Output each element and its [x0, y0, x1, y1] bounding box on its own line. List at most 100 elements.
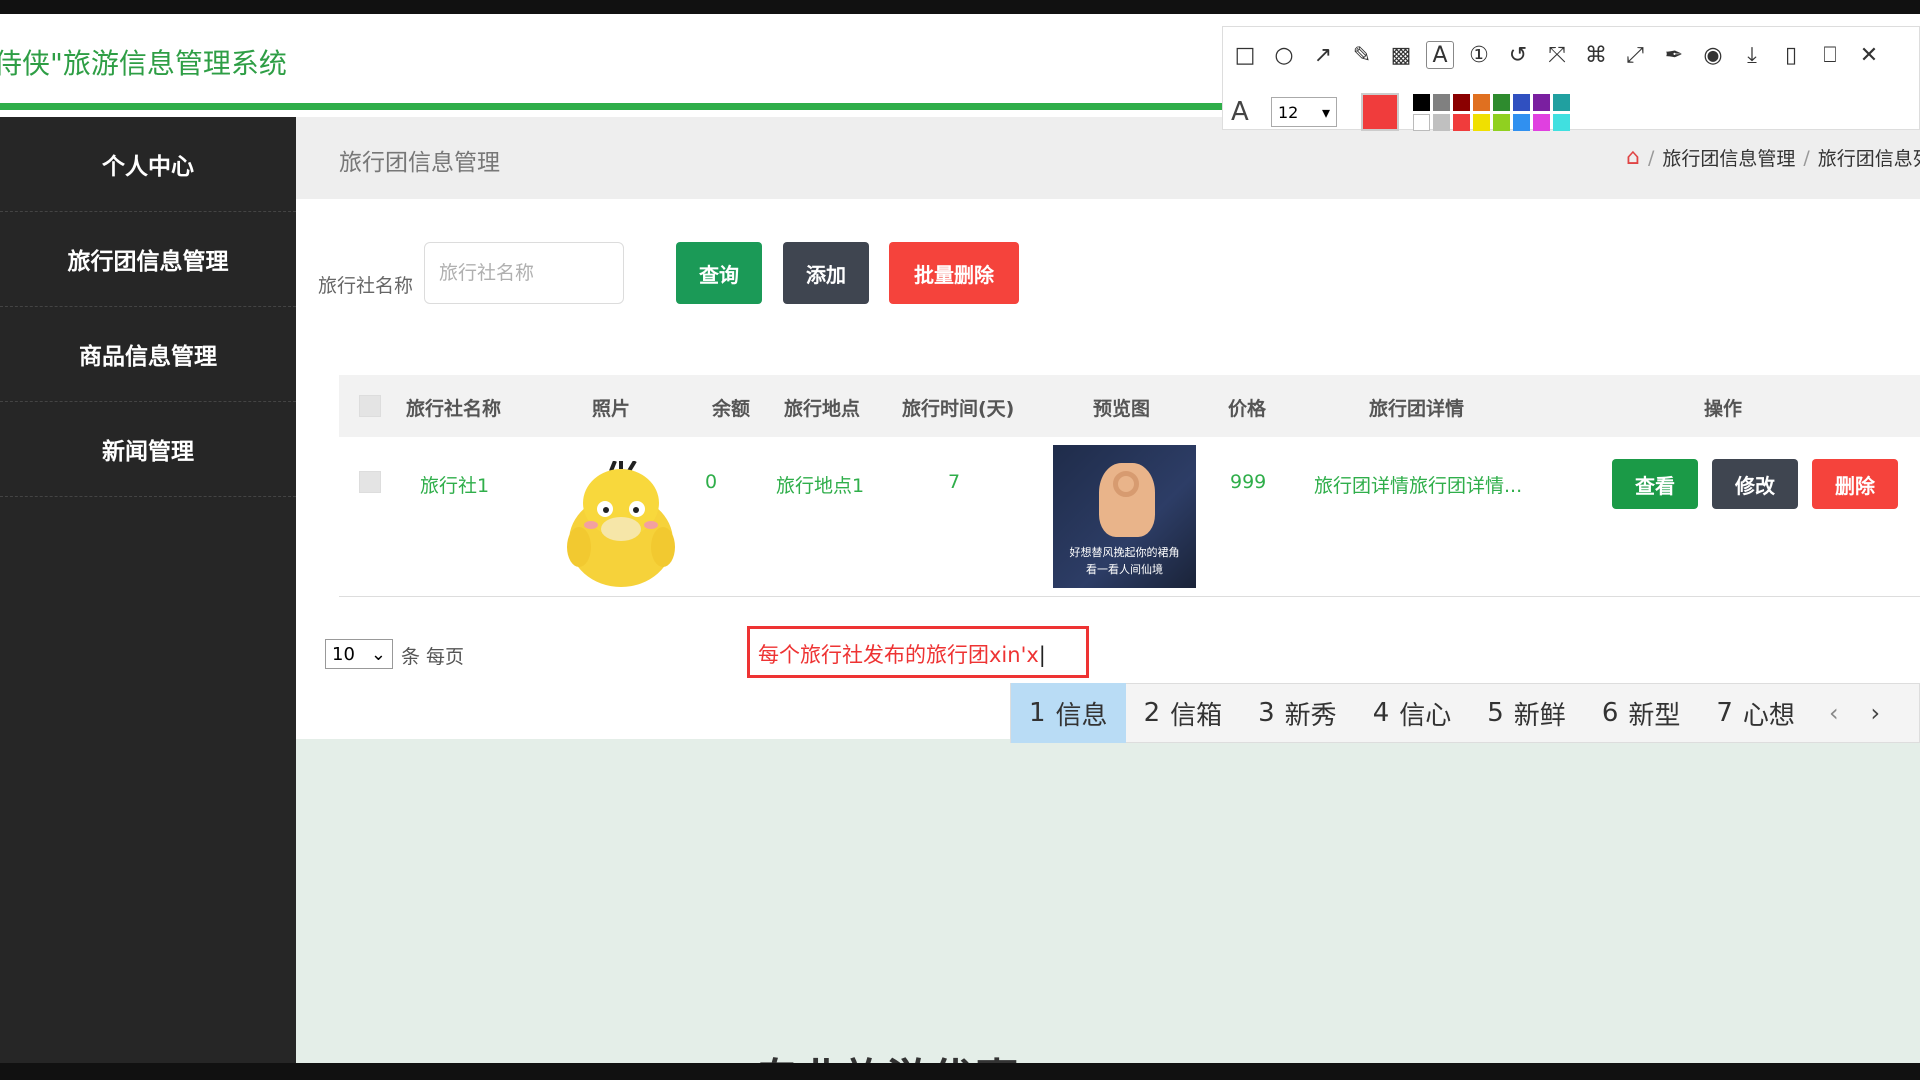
- ime-candidate-index: 2: [1143, 698, 1161, 728]
- color-swatch[interactable]: [1513, 113, 1530, 131]
- column-header: 预览图: [1093, 398, 1151, 420]
- ime-candidate[interactable]: 1 信息: [1011, 683, 1126, 743]
- sidebar-item-news[interactable]: 新闻管理: [0, 402, 296, 497]
- translate-icon[interactable]: ⌘: [1582, 41, 1610, 69]
- ime-candidate[interactable]: 3 新秀: [1240, 683, 1355, 743]
- color-swatch[interactable]: [1453, 113, 1470, 131]
- annotation-tools: □ ○ ↗ ✎ ▩ A ① ↺ ⤧ ⌘ ⤢ ✒ ◉ ⤓ ▯ ⎕ ✕: [1231, 41, 1883, 69]
- ime-candidate[interactable]: 6 新型: [1584, 683, 1699, 743]
- ime-candidate-index: 5: [1487, 698, 1504, 728]
- preview-caption-line: 看一看人间仙境: [1086, 563, 1163, 576]
- color-swatch[interactable]: [1473, 93, 1490, 111]
- sidebar: 个人中心 旅行团信息管理 商品信息管理 新闻管理: [0, 117, 296, 1063]
- current-color-swatch[interactable]: [1361, 93, 1399, 131]
- color-swatch[interactable]: [1513, 93, 1530, 111]
- download-icon[interactable]: ⤓: [1738, 41, 1766, 69]
- column-header: 照片: [592, 398, 631, 420]
- color-swatch[interactable]: [1433, 93, 1450, 111]
- batch-delete-button[interactable]: 批量删除: [889, 242, 1019, 304]
- close-icon[interactable]: ✕: [1855, 41, 1883, 69]
- add-button[interactable]: 添加: [783, 242, 869, 304]
- sidebar-item-label: 新闻管理: [102, 439, 194, 465]
- column-header: 旅行地点: [784, 398, 861, 420]
- page-size-select[interactable]: 10 ⌄: [325, 639, 393, 669]
- query-button[interactable]: 查询: [676, 242, 762, 304]
- ime-candidate[interactable]: 5 新鲜: [1469, 683, 1584, 743]
- color-swatch[interactable]: [1413, 93, 1430, 111]
- preview-caption-line: 好想替风挽起你的裙角: [1069, 546, 1180, 559]
- color-swatch[interactable]: [1533, 113, 1550, 131]
- color-swatch[interactable]: [1493, 113, 1510, 131]
- detail-cell: 旅行团详情旅行团详情...: [1314, 475, 1523, 497]
- breadcrumb-item[interactable]: 旅行团信息管理: [1662, 144, 1795, 171]
- app-window: 侍侠"旅游信息管理系统 □ ○ ↗ ✎ ▩ A ① ↺ ⤧ ⌘ ⤢ ✒ ◉ ⤓ ▯ ⎕ ✕ A 12 ▾ 个人中…: [0, 14, 1920, 1063]
- color-swatch[interactable]: [1553, 93, 1570, 111]
- color-swatch[interactable]: [1453, 93, 1470, 111]
- bookmark-icon[interactable]: ⎕: [1816, 41, 1844, 69]
- undo-icon[interactable]: ↺: [1504, 41, 1532, 69]
- text-cursor: |: [1038, 643, 1046, 667]
- edit-button[interactable]: 修改: [1712, 459, 1798, 509]
- photo-duck-image: [567, 461, 675, 587]
- color-swatch[interactable]: [1533, 93, 1550, 111]
- font-size-select[interactable]: 12 ▾: [1271, 97, 1337, 127]
- days-cell: 7: [948, 471, 961, 493]
- ime-prev-icon[interactable]: ‹: [1813, 699, 1855, 727]
- column-header: 价格: [1228, 398, 1267, 420]
- crop-icon[interactable]: ⤧: [1543, 41, 1571, 69]
- agency-name-cell[interactable]: 旅行社1: [420, 471, 489, 498]
- mosaic-tool-icon[interactable]: ▩: [1387, 41, 1415, 69]
- arrow-tool-icon[interactable]: ↗: [1309, 41, 1337, 69]
- breadcrumb: ⌂ / 旅行团信息管理 / 旅行团信息列: [1626, 144, 1920, 171]
- ime-next-icon[interactable]: ›: [1855, 699, 1897, 727]
- ime-candidate[interactable]: 2 信箱: [1126, 683, 1241, 743]
- column-header: 余额: [712, 398, 751, 420]
- save-icon[interactable]: ▯: [1777, 41, 1805, 69]
- preview-image: 好想替风挽起你的裙角 看一看人间仙境: [1053, 445, 1196, 588]
- color-swatch[interactable]: [1553, 113, 1570, 131]
- sidebar-item-label: 个人中心: [102, 154, 194, 180]
- screen-bottom-edge: [0, 1063, 1920, 1080]
- sidebar-item-personal-center[interactable]: 个人中心: [0, 117, 296, 212]
- home-icon[interactable]: ⌂: [1626, 145, 1640, 170]
- agency-name-search-input[interactable]: [424, 242, 624, 304]
- number-tool-icon[interactable]: ①: [1465, 41, 1493, 69]
- ime-candidate-text: 心想: [1742, 700, 1795, 731]
- chevron-down-icon: ⌄: [370, 643, 386, 665]
- annotation-text-box[interactable]: 每个旅行社发布的旅行团xin'x|: [747, 626, 1089, 678]
- row-checkbox[interactable]: [359, 471, 381, 493]
- color-swatch[interactable]: [1433, 113, 1450, 131]
- select-all-checkbox[interactable]: [359, 395, 381, 417]
- ime-candidate-bar: 1 信息 2 信箱 3 新秀 4 信心 5 新鲜 6 新型 7 心想 ‹ ›: [1010, 683, 1920, 743]
- record-icon[interactable]: ◉: [1699, 41, 1727, 69]
- column-header: 操作: [1704, 398, 1743, 420]
- app-title: 侍侠"旅游信息管理系统: [0, 47, 287, 80]
- page-title: 旅行团信息管理: [339, 150, 500, 176]
- location-cell: 旅行地点1: [776, 475, 865, 497]
- delete-button[interactable]: 删除: [1812, 459, 1898, 509]
- sidebar-item-tour-group[interactable]: 旅行团信息管理: [0, 212, 296, 307]
- view-button[interactable]: 查看: [1612, 459, 1698, 509]
- page-size-value: 10: [332, 643, 355, 665]
- ime-candidate[interactable]: 4 信心: [1355, 683, 1470, 743]
- ime-candidate-index: 4: [1372, 698, 1390, 728]
- text-tool-icon[interactable]: A: [1426, 41, 1454, 69]
- tour-group-table: 旅行社名称 照片 余额 旅行地点 旅行时间(天) 预览图 价格 旅行团详情 操作…: [339, 375, 1920, 597]
- color-swatch[interactable]: [1473, 113, 1490, 131]
- ime-candidate[interactable]: 7 心想: [1698, 683, 1813, 743]
- expand-icon[interactable]: ⤢: [1621, 41, 1649, 69]
- font-icon: A: [1231, 97, 1249, 127]
- ime-candidate-text: 新型: [1628, 700, 1681, 731]
- font-size-value: 12: [1278, 102, 1299, 122]
- main-content: 旅行团信息管理 ⌂ / 旅行团信息管理 / 旅行团信息列 旅行社名称 查询 添加…: [296, 117, 1920, 1063]
- sidebar-item-label: 商品信息管理: [79, 344, 217, 370]
- color-swatch[interactable]: [1493, 93, 1510, 111]
- column-header: 旅行时间(天): [902, 398, 1015, 420]
- sidebar-item-goods[interactable]: 商品信息管理: [0, 307, 296, 402]
- color-swatch[interactable]: [1413, 113, 1430, 131]
- rectangle-tool-icon[interactable]: □: [1231, 41, 1259, 69]
- pen-tool-icon[interactable]: ✎: [1348, 41, 1376, 69]
- ellipse-tool-icon[interactable]: ○: [1270, 41, 1298, 69]
- ime-candidate-text: 信息: [1055, 700, 1108, 731]
- pin-icon[interactable]: ✒: [1660, 41, 1688, 69]
